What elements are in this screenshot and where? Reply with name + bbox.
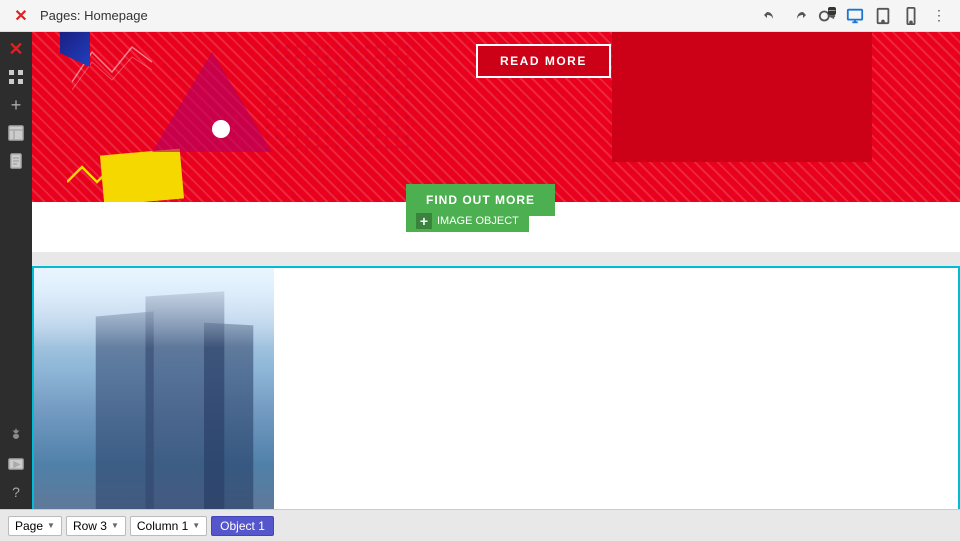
undo-button[interactable]: [760, 5, 782, 27]
tablet-icon[interactable]: [872, 5, 894, 27]
dots-pattern: [262, 42, 412, 152]
sidebar-help-icon[interactable]: ?: [3, 479, 29, 505]
left-sidebar: ✕ + ?: [0, 32, 32, 509]
red-hero-section: READ MORE: [32, 32, 960, 202]
top-bar-left: ✕ Pages: Homepage: [10, 5, 148, 27]
building-image: [34, 268, 274, 509]
row-breadcrumb[interactable]: Row 3 ▼: [66, 516, 126, 536]
row-chevron-icon: ▼: [111, 521, 119, 530]
sidebar-add-icon[interactable]: +: [3, 92, 29, 118]
object-breadcrumb[interactable]: Object 1: [211, 516, 274, 536]
column-chevron-icon: ▼: [192, 521, 200, 530]
sidebar-layout-icon[interactable]: [3, 120, 29, 146]
white-circle: [212, 120, 230, 138]
canvas-area: READ MORE FIND OUT MORE + IMAGE OBJECT: [32, 32, 960, 509]
page-chevron-icon: ▼: [47, 521, 55, 530]
building-right: [204, 323, 253, 509]
read-more-button[interactable]: READ MORE: [476, 44, 611, 78]
desktop-icon[interactable]: [844, 5, 866, 27]
key-icon[interactable]: —: [816, 5, 838, 27]
yellow-zigzag: [67, 162, 147, 197]
top-bar: ✕ Pages: Homepage — ⋮: [0, 0, 960, 32]
action-bar-area: FIND OUT MORE + IMAGE OBJECT: [32, 202, 960, 252]
top-bar-right: — ⋮: [760, 5, 950, 27]
pink-triangle: [152, 52, 272, 152]
column-breadcrumb[interactable]: Column 1 ▼: [130, 516, 207, 536]
content-row: [32, 266, 960, 509]
close-icon[interactable]: ✕: [10, 5, 32, 27]
main-area: ✕ + ?: [0, 32, 960, 509]
sidebar-media-icon[interactable]: [3, 451, 29, 477]
image-object-bar[interactable]: + IMAGE OBJECT: [406, 210, 529, 232]
more-options-icon[interactable]: ⋮: [928, 5, 950, 27]
sidebar-grid-icon[interactable]: [3, 64, 29, 90]
red-banner-box: [612, 32, 872, 162]
sky: [34, 268, 274, 348]
sidebar-pages-icon[interactable]: [3, 148, 29, 174]
redo-button[interactable]: [788, 5, 810, 27]
page-breadcrumb[interactable]: Page ▼: [8, 516, 62, 536]
sidebar-settings-icon[interactable]: [3, 423, 29, 449]
content-box: [32, 266, 960, 509]
mobile-icon[interactable]: [900, 5, 922, 27]
plus-icon: +: [416, 213, 432, 229]
content-text-area: [274, 268, 958, 509]
sidebar-close-icon[interactable]: ✕: [3, 36, 29, 62]
app-title: Pages: Homepage: [40, 8, 148, 23]
bottom-bar: Page ▼ Row 3 ▼ Column 1 ▼ Object 1: [0, 509, 960, 541]
